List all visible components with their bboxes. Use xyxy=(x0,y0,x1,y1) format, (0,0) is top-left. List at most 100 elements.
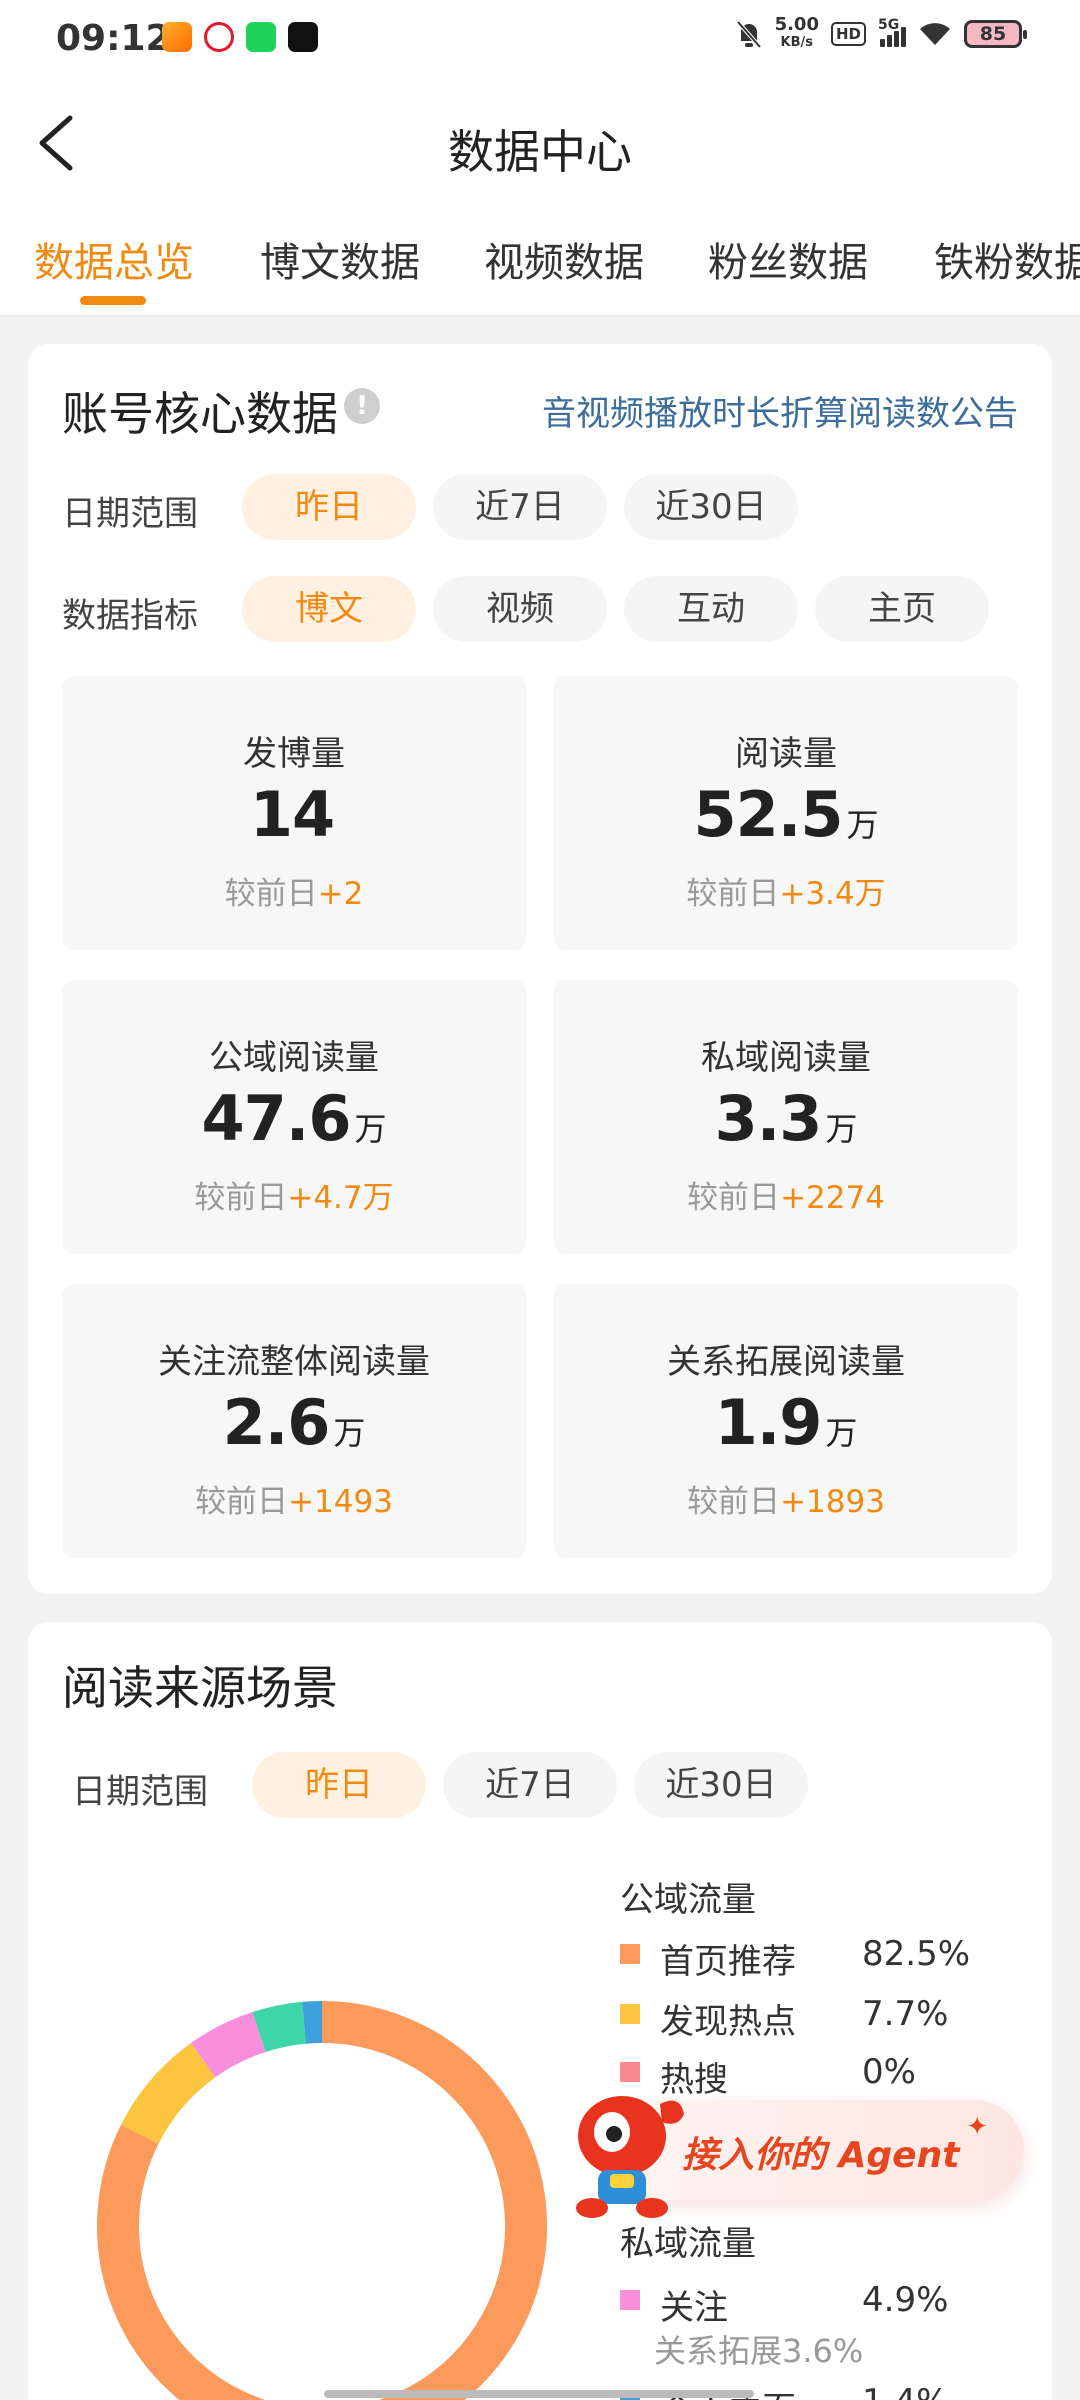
metric-compare: 较前日+1893 xyxy=(554,1476,1018,1521)
tab-video-data[interactable]: 视频数据 xyxy=(484,230,644,288)
donut-slice-1[interactable] xyxy=(120,2043,216,2145)
metric-label: 关注流整体阅读量 xyxy=(158,1342,430,1382)
tab-bar: 数据总览 博文数据 视频数据 粉丝数据 铁粉数据 xyxy=(0,208,1080,316)
metric-delta: +2274 xyxy=(780,1180,885,1216)
date-option-7days[interactable]: 近7日 xyxy=(433,474,607,540)
compare-prefix: 较前日 xyxy=(195,1484,289,1520)
donut-slice-4[interactable] xyxy=(252,2001,307,2053)
metric-label: 关系拓展阅读量 xyxy=(667,1342,905,1382)
network-speed-unit: KB/s xyxy=(780,35,813,50)
metric-unit: 万 xyxy=(825,1414,858,1452)
compare-prefix: 较前日 xyxy=(224,876,318,912)
metric-compare: 较前日+3.4万 xyxy=(554,868,1018,913)
metric-label: 阅读量 xyxy=(735,734,837,774)
metric-option-posts[interactable]: 博文 xyxy=(242,576,416,642)
legend-percent: 82.5% xyxy=(862,1934,971,1974)
metric-relation-read-count[interactable]: 关系拓展阅读量 1.9 万 较前日+1893 xyxy=(554,1284,1018,1558)
legend-swatch xyxy=(620,2004,640,2024)
metric-label: 发博量 xyxy=(243,734,345,774)
tab-post-data[interactable]: 博文数据 xyxy=(260,230,420,288)
metric-unit: 万 xyxy=(354,1110,387,1148)
metric-delta: +2 xyxy=(317,876,364,912)
metric-unit: 万 xyxy=(825,1110,858,1148)
date-option-yesterday[interactable]: 昨日 xyxy=(242,474,416,540)
compare-prefix: 较前日 xyxy=(687,1180,781,1216)
metric-compare: 较前日+2274 xyxy=(554,1172,1018,1217)
source-date-option-7days[interactable]: 近7日 xyxy=(443,1752,617,1818)
legend-percent: 0% xyxy=(862,2052,916,2092)
metric-option-video[interactable]: 视频 xyxy=(433,576,607,642)
legend-name: 关注 xyxy=(660,2288,728,2328)
metric-unit: 万 xyxy=(846,806,879,844)
metric-read-count[interactable]: 阅读量 52.5 万 较前日+3.4万 xyxy=(554,676,1018,950)
relation-expand-hint: 关系拓展3.6% xyxy=(654,2332,864,2370)
metric-delta: +1493 xyxy=(288,1484,393,1520)
mute-bell-icon xyxy=(736,20,762,49)
battery-icon: 85 xyxy=(964,20,1027,48)
playtime-notice-link[interactable]: 音视频播放时长折算阅读数公告 xyxy=(542,386,1018,435)
legend-swatch xyxy=(620,2290,640,2310)
compare-prefix: 较前日 xyxy=(686,876,780,912)
metric-compare: 较前日+1493 xyxy=(62,1476,526,1521)
iqiyi-icon xyxy=(246,22,276,52)
metric-option-homepage[interactable]: 主页 xyxy=(815,576,989,642)
network-type: 5G xyxy=(878,17,900,33)
metric-value: 52.5 xyxy=(693,778,844,851)
metric-follow-feed-read-count[interactable]: 关注流整体阅读量 2.6 万 较前日+1493 xyxy=(62,1284,526,1558)
home-indicator[interactable] xyxy=(324,2390,754,2398)
metric-post-count[interactable]: 发博量 14 较前日+2 xyxy=(62,676,526,950)
legend-percent: 4.9% xyxy=(862,2280,949,2320)
metric-public-read-count[interactable]: 公域阅读量 47.6 万 较前日+4.7万 xyxy=(62,980,526,1254)
weibo-icon xyxy=(204,22,234,52)
metric-delta: +4.7万 xyxy=(287,1180,394,1216)
legend-swatch xyxy=(620,1944,640,1964)
metric-label: 私域阅读量 xyxy=(701,1038,871,1078)
legend-name: 发现热点 xyxy=(660,2002,796,2042)
info-icon[interactable]: ! xyxy=(344,388,380,424)
status-bar: 09:12 5.00 KB/s HD 5G 85 xyxy=(0,0,1080,78)
compare-prefix: 较前日 xyxy=(687,1484,781,1520)
network-speed: 5.00 KB/s xyxy=(775,16,819,52)
wifi-icon xyxy=(920,23,950,45)
source-date-option-30days[interactable]: 近30日 xyxy=(634,1752,808,1818)
notification-icons xyxy=(162,22,318,52)
source-date-option-yesterday[interactable]: 昨日 xyxy=(252,1752,426,1818)
donut-slice-5[interactable] xyxy=(302,2001,323,2044)
metric-option-interaction[interactable]: 互动 xyxy=(624,576,798,642)
legend-percent: 7.7% xyxy=(862,1994,949,2034)
metric-compare: 较前日+2 xyxy=(62,868,526,913)
tab-data-overview[interactable]: 数据总览 xyxy=(34,230,194,288)
status-time: 09:12 xyxy=(56,18,171,59)
date-range-label: 日期范围 xyxy=(62,494,198,534)
metric-private-read-count[interactable]: 私域阅读量 3.3 万 较前日+2274 xyxy=(554,980,1018,1254)
metric-value: 3.3 xyxy=(714,1082,823,1155)
date-option-30days[interactable]: 近30日 xyxy=(624,474,798,540)
metric-value: 47.6 xyxy=(201,1082,352,1155)
metric-label: 公域阅读量 xyxy=(209,1038,379,1078)
hd-icon: HD xyxy=(830,22,866,46)
status-indicators: 5.00 KB/s HD 5G 85 xyxy=(735,16,1027,52)
tab-fans-data[interactable]: 粉丝数据 xyxy=(708,230,868,288)
metric-compare: 较前日+4.7万 xyxy=(62,1172,526,1217)
tab-iron-fans-data[interactable]: 铁粉数据 xyxy=(934,230,1080,288)
sparkle-icon: ✦ xyxy=(966,2112,988,2142)
active-tab-indicator xyxy=(80,296,146,305)
douyin-icon xyxy=(288,22,318,52)
navigation-header: 数据中心 xyxy=(0,78,1080,208)
metric-unit: 万 xyxy=(333,1414,366,1452)
source-date-range-label: 日期范围 xyxy=(72,1772,208,1812)
metric-value: 2.6 xyxy=(222,1386,331,1459)
core-data-card: 账号核心数据 ! 音视频播放时长折算阅读数公告 日期范围 昨日 近7日 近30日… xyxy=(28,344,1052,1594)
metric-delta: +1893 xyxy=(780,1484,885,1520)
agent-banner-text: 接入你的 Agent xyxy=(682,2135,960,2176)
signal-5g-icon: 5G xyxy=(878,17,906,47)
donut-slice-3[interactable] xyxy=(191,2011,266,2078)
legend-name: 首页推荐 xyxy=(660,1942,796,1982)
metric-delta: +3.4万 xyxy=(779,876,886,912)
metric-type-label: 数据指标 xyxy=(62,596,198,636)
network-speed-value: 5.00 xyxy=(774,14,819,35)
core-data-title: 账号核心数据 xyxy=(62,387,338,441)
legend-percent: 1.4% xyxy=(862,2382,948,2400)
data-center-page: 09:12 5.00 KB/s HD 5G 85 数据中心 数据总览 博文数据 … xyxy=(0,0,1080,2400)
read-source-title: 阅读来源场景 xyxy=(62,1661,338,1715)
